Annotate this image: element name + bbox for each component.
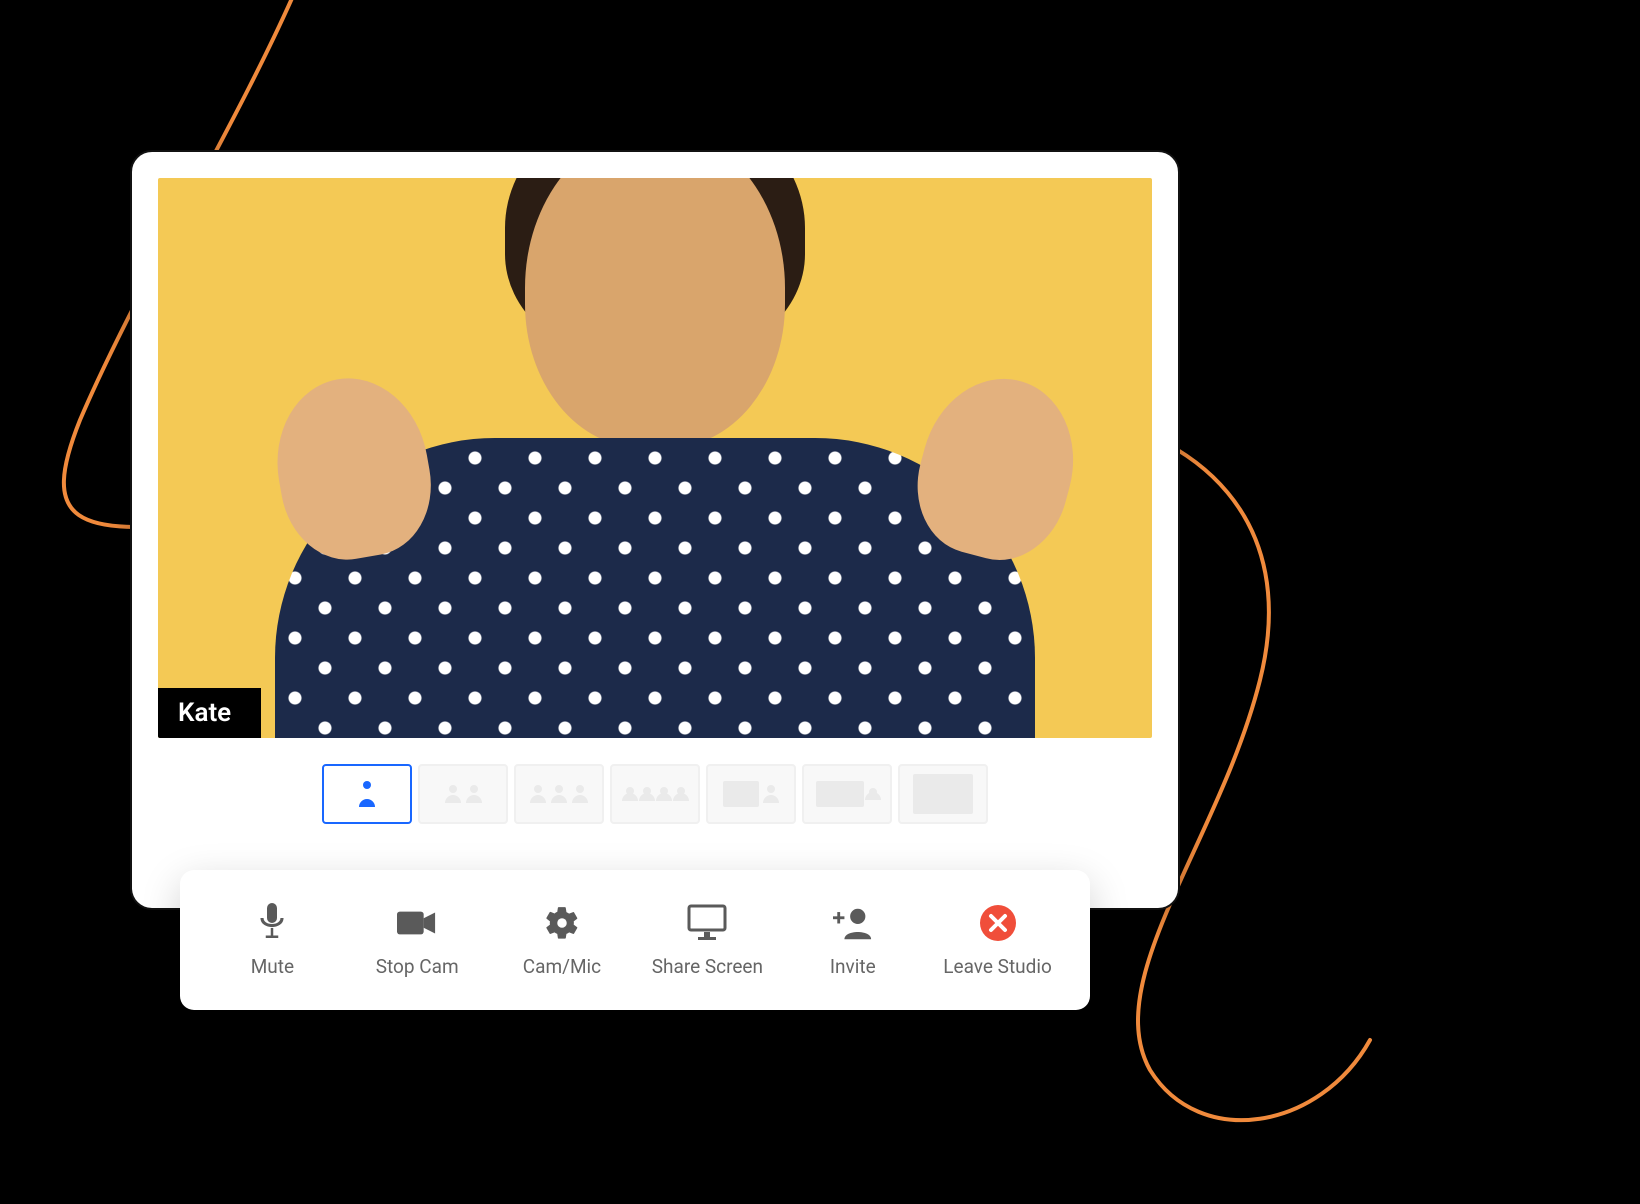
layout-three[interactable] [514,764,604,824]
layout-screen-plus-one[interactable] [706,764,796,824]
gear-icon [542,903,582,943]
share-screen-label: Share Screen [652,955,763,978]
close-circle-icon [978,903,1018,943]
control-toolbar: Mute Stop Cam Cam/Mic Share Scre [180,870,1090,1010]
mute-button[interactable]: Mute [217,903,327,978]
share-screen-button[interactable]: Share Screen [652,903,763,978]
layout-selector [132,764,1178,824]
camera-icon [397,903,437,943]
invite-label: Invite [830,955,876,978]
microphone-icon [252,903,292,943]
layout-single[interactable] [322,764,412,824]
layout-two[interactable] [418,764,508,824]
monitor-icon [687,903,727,943]
layout-screen-only[interactable] [898,764,988,824]
leave-studio-button[interactable]: Leave Studio [943,903,1053,978]
stop-cam-button[interactable]: Stop Cam [362,903,472,978]
cam-mic-button[interactable]: Cam/Mic [507,903,617,978]
participant-name-tag: Kate [158,688,261,738]
layout-four[interactable] [610,764,700,824]
participant-name: Kate [178,698,231,728]
add-person-icon [833,903,873,943]
studio-window: Kate [130,150,1180,910]
stop-cam-label: Stop Cam [376,955,459,978]
cam-mic-label: Cam/Mic [523,955,601,978]
participant-video [158,178,1152,738]
layout-screen-side[interactable] [802,764,892,824]
invite-button[interactable]: Invite [798,903,908,978]
leave-studio-label: Leave Studio [943,955,1052,978]
video-feed[interactable]: Kate [158,178,1152,738]
mute-label: Mute [251,955,294,978]
